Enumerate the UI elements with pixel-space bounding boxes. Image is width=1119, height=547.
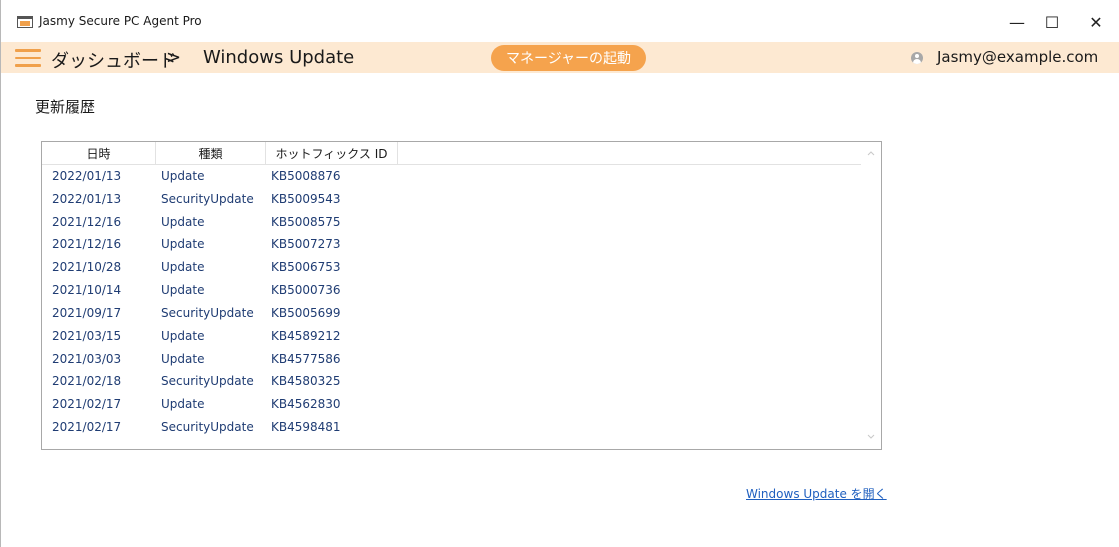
title-bar: Jasmy Secure PC Agent Pro — ☐ ✕ <box>1 0 1119 42</box>
cell-type: Update <box>161 283 205 298</box>
page-title: Windows Update <box>203 47 355 68</box>
table-row[interactable]: 2021/02/17 SecurityUpdate KB4598481 <box>42 416 861 439</box>
cell-hotfix: KB4589212 <box>271 328 341 343</box>
cell-type: SecurityUpdate <box>161 305 254 320</box>
cell-hotfix: KB5007273 <box>271 237 341 252</box>
cell-date: 2021/02/18 <box>52 374 122 389</box>
cell-hotfix: KB4598481 <box>271 420 341 435</box>
table-header: 日時 種類 ホットフィックス ID <box>42 142 861 165</box>
cell-type: SecurityUpdate <box>161 191 254 206</box>
app-window-icon <box>17 16 33 28</box>
cell-hotfix: KB5005699 <box>271 305 341 320</box>
table-body: 2022/01/13 Update KB5008876 2022/01/13 Secur… <box>42 165 861 439</box>
table-row[interactable]: 2021/03/03 Update KB4577586 <box>42 348 861 371</box>
app-header: ダッシュボード > Windows Update マネージャーの起動 Jasmy… <box>1 42 1119 73</box>
table-row[interactable]: 2021/10/14 Update KB5000736 <box>42 279 861 302</box>
launch-manager-button[interactable]: マネージャーの起動 <box>491 45 646 71</box>
table-row[interactable]: 2021/02/17 Update KB4562830 <box>42 393 861 416</box>
maximize-button[interactable]: ☐ <box>1029 6 1075 38</box>
cell-date: 2021/10/28 <box>52 260 122 275</box>
table-row[interactable]: 2021/09/17 SecurityUpdate KB5005699 <box>42 302 861 325</box>
window-border <box>0 0 1 547</box>
cell-type: SecurityUpdate <box>161 420 254 435</box>
cell-date: 2022/01/13 <box>52 191 122 206</box>
chevron-up-icon[interactable] <box>866 148 876 158</box>
cell-type: Update <box>161 260 205 275</box>
cell-date: 2021/02/17 <box>52 420 122 435</box>
cell-hotfix: KB5000736 <box>271 283 341 298</box>
section-title: 更新履歴 <box>35 98 96 116</box>
cell-date: 2021/10/14 <box>52 283 122 298</box>
window-title: Jasmy Secure PC Agent Pro <box>39 14 202 28</box>
chevron-down-icon[interactable] <box>866 432 876 442</box>
table-row[interactable]: 2021/12/16 Update KB5007273 <box>42 233 861 256</box>
cell-hotfix: KB5008575 <box>271 214 341 229</box>
user-email: Jasmy@example.com <box>937 48 1099 66</box>
cell-type: Update <box>161 214 205 229</box>
hamburger-menu-icon[interactable] <box>15 49 41 67</box>
column-header-type[interactable]: 種類 <box>156 142 266 164</box>
update-history-table: 日時 種類 ホットフィックス ID 2022/01/13 Update KB5008… <box>41 141 882 450</box>
cell-type: Update <box>161 237 205 252</box>
table-row[interactable]: 2022/01/13 Update KB5008876 <box>42 165 861 188</box>
table-row[interactable]: 2021/12/16 Update KB5008575 <box>42 211 861 234</box>
cell-hotfix: KB5009543 <box>271 191 341 206</box>
breadcrumb-separator: > <box>166 47 182 68</box>
close-button[interactable]: ✕ <box>1073 6 1119 38</box>
hamburger-line <box>15 64 41 67</box>
hamburger-line <box>15 49 41 52</box>
table-row[interactable]: 2022/01/13 SecurityUpdate KB5009543 <box>42 188 861 211</box>
cell-date: 2021/12/16 <box>52 214 122 229</box>
cell-date: 2021/02/17 <box>52 397 122 412</box>
cell-date: 2022/01/13 <box>52 169 122 183</box>
cell-type: Update <box>161 328 205 343</box>
cell-hotfix: KB4580325 <box>271 374 341 389</box>
table-row[interactable]: 2021/10/28 Update KB5006753 <box>42 256 861 279</box>
vertical-scrollbar[interactable] <box>861 142 881 449</box>
cell-hotfix: KB4577586 <box>271 351 341 366</box>
table-row[interactable]: 2021/03/15 Update KB4589212 <box>42 325 861 348</box>
cell-hotfix: KB4562830 <box>271 397 341 412</box>
cell-date: 2021/09/17 <box>52 305 122 320</box>
column-header-hotfix[interactable]: ホットフィックス ID <box>266 142 398 164</box>
cell-hotfix: KB5008876 <box>271 169 341 183</box>
breadcrumb-dashboard[interactable]: ダッシュボード <box>51 47 177 73</box>
cell-date: 2021/03/03 <box>52 351 122 366</box>
cell-date: 2021/03/15 <box>52 328 122 343</box>
cell-hotfix: KB5006753 <box>271 260 341 275</box>
column-header-date[interactable]: 日時 <box>42 142 156 164</box>
open-windows-update-link[interactable]: Windows Update を開く <box>746 485 887 502</box>
cell-type: Update <box>161 397 205 412</box>
hamburger-line <box>15 56 41 59</box>
cell-type: Update <box>161 169 205 183</box>
table-row[interactable]: 2021/02/18 SecurityUpdate KB4580325 <box>42 370 861 393</box>
cell-date: 2021/12/16 <box>52 237 122 252</box>
cell-type: Update <box>161 351 205 366</box>
user-icon <box>911 52 923 64</box>
cell-type: SecurityUpdate <box>161 374 254 389</box>
